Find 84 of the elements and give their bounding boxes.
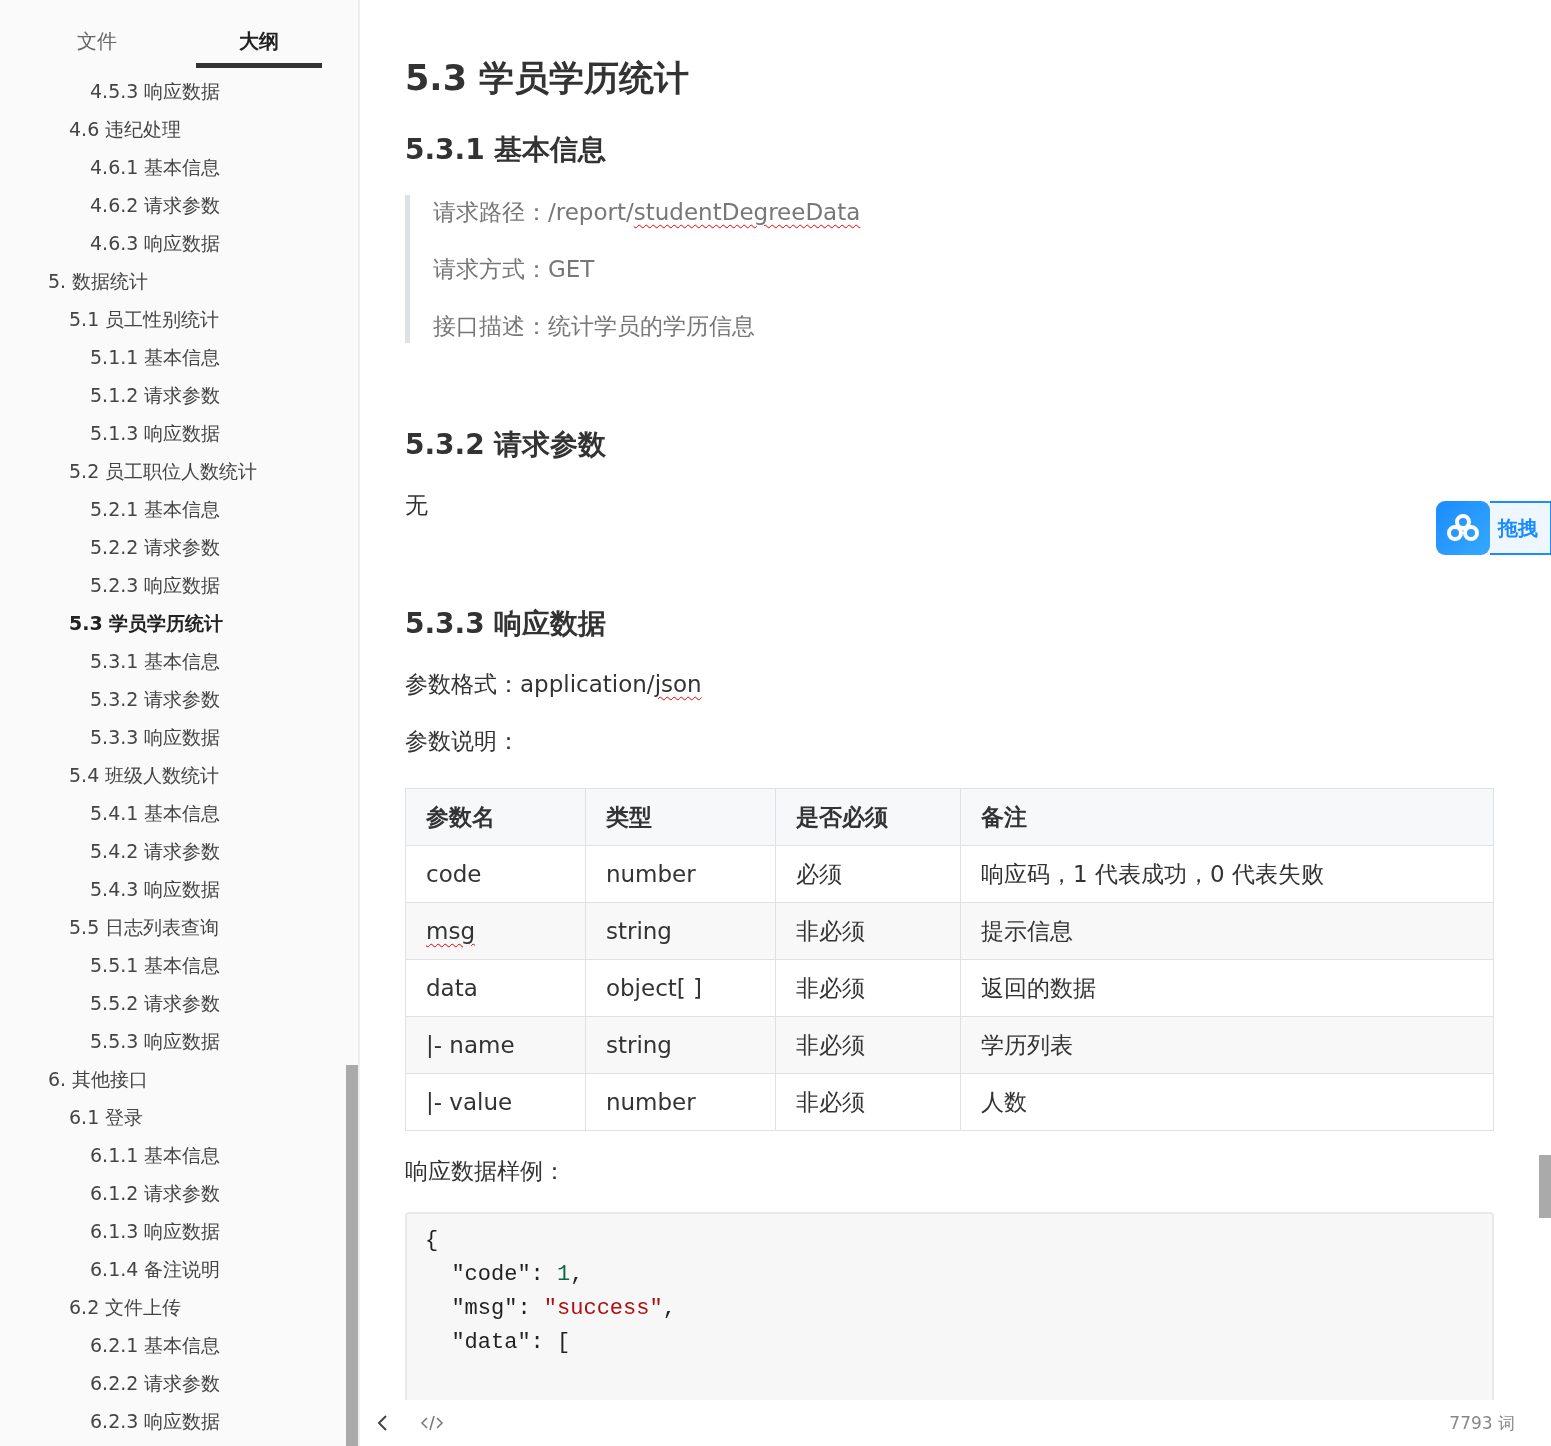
scrollbar-thumb[interactable] [346,1065,358,1446]
paragraph: 参数说明： [405,727,520,756]
table-cell: |- value [405,1073,586,1131]
outline-item[interactable]: 5.1.1 基本信息 [90,338,221,376]
quote-line: 接口描述：统计学员的学历信息 [433,312,755,341]
outline-item[interactable]: 6.1 登录 [69,1098,144,1136]
outline-item[interactable]: 5.4.1 基本信息 [90,794,221,832]
outline-item[interactable]: 6.1.1 基本信息 [90,1136,221,1174]
outline-item[interactable]: 5.1.2 请求参数 [90,376,221,414]
page-heading: 5.3 学员学历统计 [405,57,691,100]
cloud-icon [1446,514,1480,542]
table-cell: |- name [405,1016,586,1074]
table-cell: 非必须 [775,1016,961,1074]
table-cell: 人数 [960,1073,1494,1131]
table-cell: 返回的数据 [960,959,1494,1017]
outline-item[interactable]: 6.2.1 基本信息 [90,1326,221,1364]
chevron-left-icon [376,1414,390,1432]
outline-item[interactable]: 4.5.3 响应数据 [90,72,221,110]
table-cell: code [405,845,586,903]
outline-item[interactable]: 5.5 日志列表查询 [69,908,220,946]
table-cell: msg [405,902,586,960]
outline-item[interactable]: 5.5.1 基本信息 [90,946,221,984]
scrollbar-thumb[interactable] [1539,1155,1551,1218]
outline-item[interactable]: 6.2 文件上传 [69,1288,182,1326]
outline-item[interactable]: 6.2.3 响应数据 [90,1402,221,1440]
sidebar-tab[interactable]: 大纲 [196,22,322,68]
outline-item[interactable]: 5.3 学员学历统计 [69,604,224,642]
outline-item[interactable]: 5.2 员工职位人数统计 [69,452,258,490]
outline-item[interactable]: 5.5.3 响应数据 [90,1022,221,1060]
outline-item[interactable]: 6. 其他接口 [48,1060,149,1098]
code-line: "data": [ [450,1329,571,1357]
outline-item[interactable]: 6.1.4 备注说明 [90,1250,221,1288]
table-cell: 响应码，1 代表成功，0 代表失败 [960,845,1494,903]
sidebar-tab[interactable]: 文件 [36,22,158,68]
outline-item[interactable]: 6.2.2 请求参数 [90,1364,221,1402]
outline-item[interactable]: 5.4 班级人数统计 [69,756,220,794]
quote-line: 请求方式：GET [433,255,595,284]
widget-label: 拖拽 [1498,514,1538,542]
outline-item[interactable]: 4.6.3 响应数据 [90,224,221,262]
outline-item[interactable]: 5.5.2 请求参数 [90,984,221,1022]
section-heading: 5.3.1 基本信息 [405,132,608,168]
table-cell: number [585,845,776,903]
code-icon [420,1414,444,1432]
quote-line: 请求路径：/report/studentDegreeData [433,198,861,227]
outline-item[interactable]: 4.6.1 基本信息 [90,148,221,186]
column-header: 备注 [960,788,1494,846]
outline-item[interactable]: 5. 数据统计 [48,262,149,300]
outline-item[interactable]: 5.2.2 请求参数 [90,528,221,566]
column-header: 类型 [585,788,776,846]
outline-item[interactable]: 5.3.2 请求参数 [90,680,221,718]
outline-item[interactable]: 4.6.2 请求参数 [90,186,221,224]
code-line: "code": 1, [450,1261,584,1289]
code-line: "msg": "success", [450,1295,676,1323]
outline-item[interactable]: 5.4.2 请求参数 [90,832,221,870]
table-cell: 非必须 [775,902,961,960]
section-heading: 5.3.2 请求参数 [405,427,608,463]
outline-item[interactable]: 5.2.3 响应数据 [90,566,221,604]
table-cell: 必须 [775,845,961,903]
section-heading: 5.3.3 响应数据 [405,606,608,642]
outline-item[interactable]: 5.4.3 响应数据 [90,870,221,908]
paragraph: 响应数据样例： [405,1157,566,1186]
outline-item[interactable]: 5.2.1 基本信息 [90,490,221,528]
outline-item[interactable]: 5.3.1 基本信息 [90,642,221,680]
outline-item[interactable]: 5.1 员工性别统计 [69,300,220,338]
table-cell: data [405,959,586,1017]
outline-item[interactable]: 4.6 违纪处理 [69,110,182,148]
column-header: 是否必须 [775,788,961,846]
outline-item[interactable]: 5.1.3 响应数据 [90,414,221,452]
paragraph: 无 [405,491,428,520]
table-cell: 提示信息 [960,902,1494,960]
table-cell: 学历列表 [960,1016,1494,1074]
word-count: 7793 词 [1449,1411,1515,1435]
paragraph: 参数格式：application/json [405,670,702,699]
table-cell: string [585,1016,776,1074]
code-line: { [425,1227,439,1255]
column-header: 参数名 [405,788,586,846]
outline-item[interactable]: 6.1.3 响应数据 [90,1212,221,1250]
outline-item[interactable]: 5.3.3 响应数据 [90,718,221,756]
outline-item[interactable]: 6.1.2 请求参数 [90,1174,221,1212]
table-cell: 非必须 [775,1073,961,1131]
table-cell: 非必须 [775,959,961,1017]
table-cell: string [585,902,776,960]
table-cell: number [585,1073,776,1131]
table-cell: object[ ] [585,959,776,1017]
